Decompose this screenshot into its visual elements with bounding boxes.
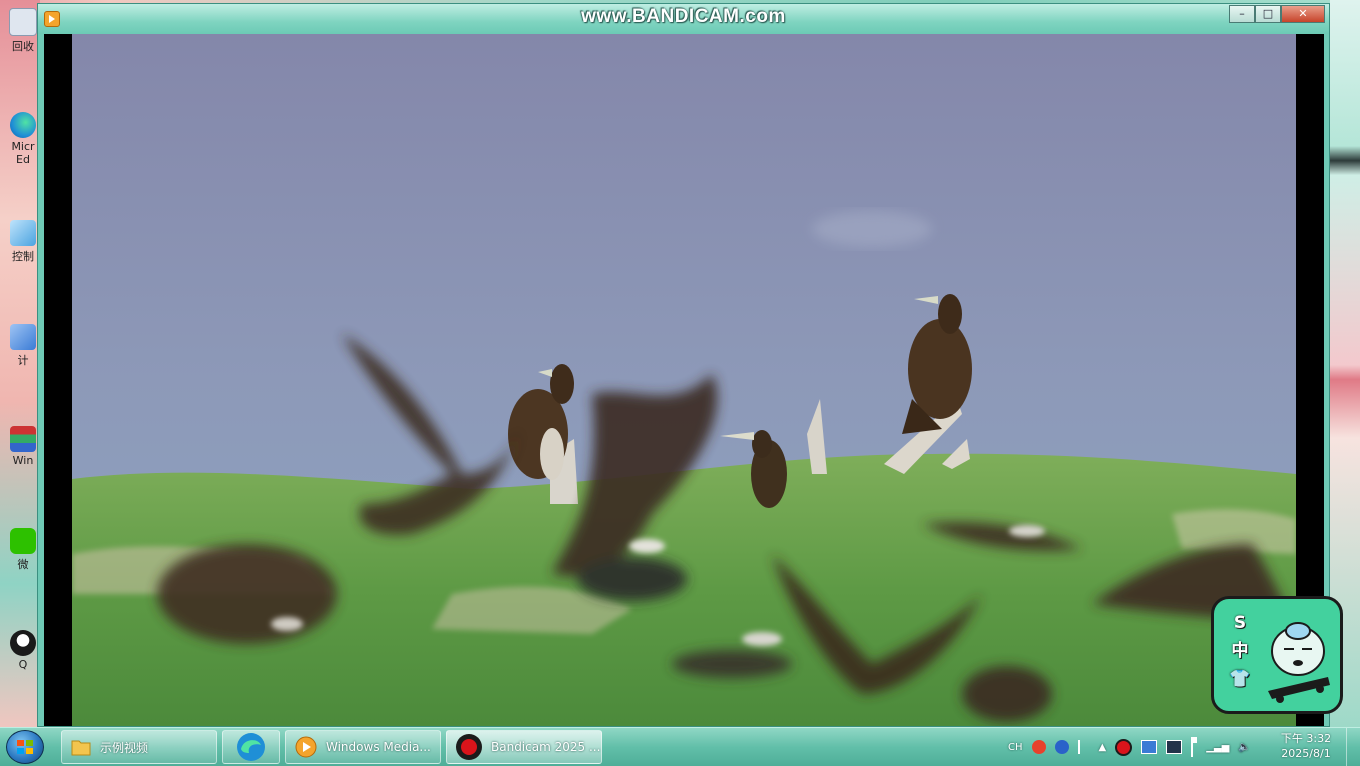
taskbar-item-windows-media-player[interactable]: Windows Media... <box>285 730 441 764</box>
taskbar-item-edge[interactable] <box>222 730 280 764</box>
wechat-icon <box>10 528 36 554</box>
taskbar: 示例视频 Windows Media... Bandicam 2025 ... … <box>0 727 1360 766</box>
recycle-bin-icon <box>9 8 37 36</box>
network-icon[interactable] <box>1141 740 1158 754</box>
video-frame-image <box>72 34 1296 726</box>
settings-icon[interactable] <box>1077 740 1090 754</box>
volume-icon[interactable]: 🔈 <box>1238 742 1250 753</box>
desktop-icon-label: Q <box>18 658 28 671</box>
desktop-icon-label: 控制 <box>12 250 34 263</box>
window-controls: – □ ✕ <box>1229 5 1325 23</box>
media-player-icon <box>295 736 317 758</box>
maximize-button[interactable]: □ <box>1255 5 1281 23</box>
desktop-icon-label: Micr Ed <box>11 140 35 166</box>
desktop-icon-label: 回收 <box>12 40 34 53</box>
sogou-ime-widget[interactable]: S 中 👕 <box>1211 596 1343 714</box>
desktop-icon-computer[interactable]: 计 <box>6 324 40 368</box>
sogou-chinese-mode-label[interactable]: 中 <box>1224 637 1256 665</box>
taskbar-item-label: 示例视频 <box>100 740 149 755</box>
qq-icon <box>10 630 36 656</box>
control-panel-icon <box>10 220 36 246</box>
taskbar-item-label: Bandicam 2025 ... <box>491 740 601 754</box>
desktop-icon-control-panel[interactable]: 控制 <box>6 220 40 264</box>
desktop-icon-label: Win <box>12 454 34 467</box>
show-desktop-button[interactable] <box>1346 728 1360 766</box>
sogou-ime-letters: S 中 👕 <box>1224 609 1256 693</box>
input-language-indicator[interactable]: CH <box>1008 742 1023 753</box>
edge-icon <box>237 733 265 761</box>
winrar-icon <box>10 426 36 452</box>
close-button[interactable]: ✕ <box>1281 5 1325 23</box>
windows-logo-icon <box>17 740 33 754</box>
desktop-icon-label: 计 <box>17 354 29 367</box>
taskbar-item-folder[interactable]: 示例视频 <box>61 730 217 764</box>
bandicam-record-tray-icon[interactable] <box>1115 738 1133 756</box>
clock-time: 下午 3:32 <box>1280 732 1332 745</box>
folder-icon <box>71 740 91 756</box>
desktop-icon-wechat[interactable]: 微 <box>6 528 40 572</box>
signal-strength-icon[interactable]: ▁▃▅ <box>1206 742 1229 753</box>
sogou-tray-icon[interactable] <box>1031 740 1046 754</box>
media-player-window: www.BANDICAM.com – □ ✕ <box>37 3 1330 727</box>
system-tray: CH ▲ ▁▃▅ 🔈 <box>1008 728 1260 766</box>
minimize-button[interactable]: – <box>1229 5 1255 23</box>
window-titlebar[interactable]: www.BANDICAM.com – □ ✕ <box>38 4 1329 34</box>
taskbar-clock[interactable]: 下午 3:32 2025/8/1 <box>1276 731 1336 761</box>
sogou-mascot-icon <box>1268 622 1330 703</box>
video-frame <box>44 34 1324 726</box>
bandicam-icon <box>456 734 482 760</box>
desktop-icon-label: 微 <box>17 558 29 571</box>
help-icon[interactable] <box>1054 740 1069 754</box>
bandicam-watermark: www.BANDICAM.com <box>581 6 786 27</box>
desktop-icon-recycle-bin[interactable]: 回收 <box>6 8 40 54</box>
video-display[interactable] <box>72 34 1296 726</box>
desktop-icon-qq[interactable]: Q <box>6 630 40 671</box>
clock-date: 2025/8/1 <box>1281 747 1331 760</box>
start-button[interactable] <box>6 730 44 764</box>
action-center-flag-icon[interactable] <box>1191 737 1198 757</box>
desktop-icon-winrar[interactable]: Win <box>6 426 40 467</box>
edge-icon <box>10 112 36 138</box>
taskbar-item-label: Windows Media... <box>326 740 431 754</box>
show-hidden-icons-icon[interactable]: ▲ <box>1099 742 1107 753</box>
sogou-s-label[interactable]: S <box>1224 609 1256 637</box>
display-icon[interactable] <box>1166 740 1183 754</box>
taskbar-item-bandicam[interactable]: Bandicam 2025 ... <box>446 730 602 764</box>
sogou-skin-label[interactable]: 👕 <box>1224 665 1256 693</box>
computer-icon <box>10 324 36 350</box>
desktop-icon-edge[interactable]: Micr Ed <box>6 112 40 166</box>
